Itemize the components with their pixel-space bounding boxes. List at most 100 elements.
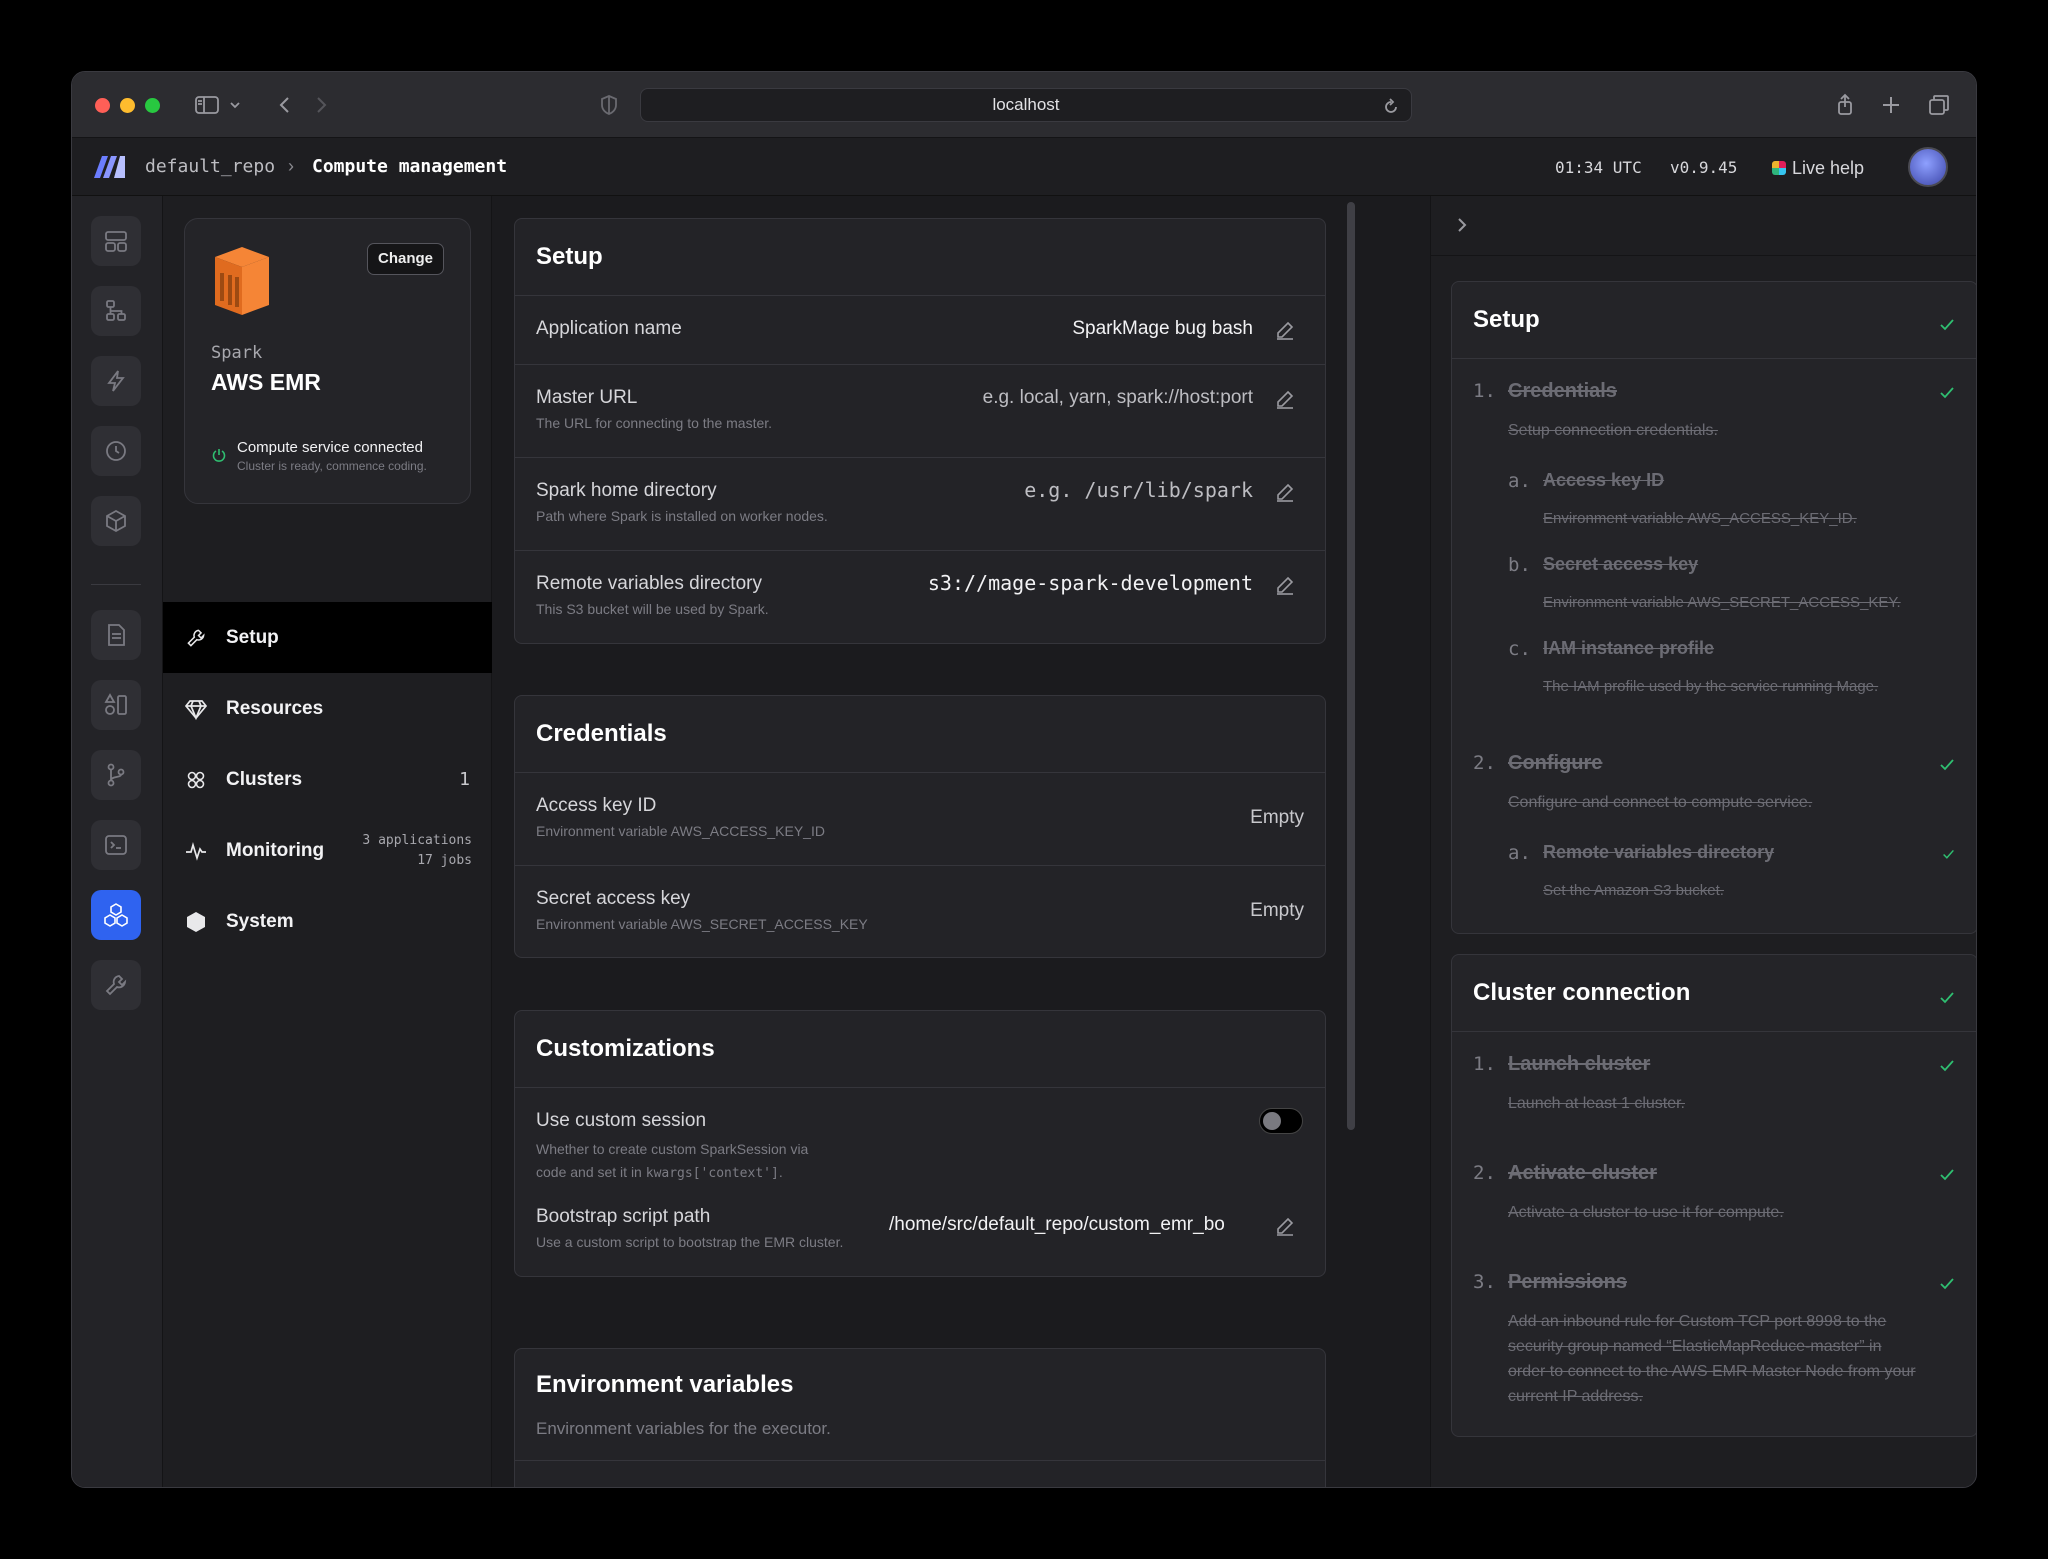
step-title: Permissions [1508, 1271, 1627, 1293]
step-description: Environment variable AWS_ACCESS_KEY_ID. [1543, 510, 1857, 527]
user-avatar[interactable] [1908, 147, 1948, 187]
breadcrumb-repo[interactable]: default_repo [145, 156, 275, 177]
application-name-row[interactable]: Application name SparkMage bug bash [515, 296, 1325, 365]
maximize-window-button[interactable] [145, 98, 160, 113]
bootstrap-script-row[interactable]: Bootstrap script path Use a custom scrip… [515, 1196, 1325, 1276]
card-title: Environment variables [536, 1371, 794, 1398]
slack-icon [1772, 161, 1786, 175]
chevron-right-icon[interactable] [1453, 216, 1471, 234]
nav-item-clusters[interactable]: Clusters 1 [163, 744, 492, 815]
description-line: code and set it in [536, 1164, 642, 1180]
sidebar-toggle-icon[interactable] [194, 92, 220, 118]
cluster-connection-checklist: Cluster connection 1. Launch cluster Lau… [1451, 954, 1976, 1437]
icon-rail [72, 196, 163, 1487]
tab-overview-icon[interactable] [1926, 92, 1952, 118]
forward-icon[interactable] [308, 92, 334, 118]
rail-settings-button[interactable] [91, 960, 141, 1010]
applications-count: 3 applications [362, 832, 472, 848]
edit-pencil-icon[interactable] [1275, 575, 1295, 595]
live-help-label: Live help [1792, 158, 1865, 178]
step-title: Access key ID [1543, 470, 1665, 490]
compute-sidebar: Change Spark AWS EMR Compute service con… [163, 196, 492, 1487]
checkmark-icon [1939, 757, 1955, 773]
secret-key-row[interactable]: Secret access key Environment variable A… [515, 866, 1325, 957]
description-line: Whether to create custom SparkSession vi… [536, 1141, 809, 1157]
step-description: The IAM profile used by the service runn… [1543, 678, 1879, 695]
new-tab-icon[interactable] [1878, 92, 1904, 118]
nav-item-resources[interactable]: Resources [163, 673, 492, 744]
custom-session-toggle[interactable] [1259, 1108, 1303, 1134]
rail-pipelines-button[interactable] [91, 286, 141, 336]
step-number: c. [1508, 638, 1531, 660]
access-key-row[interactable]: Access key ID Environment variable AWS_A… [515, 773, 1325, 866]
field-description: Use a custom script to bootstrap the EMR… [536, 1234, 844, 1250]
browser-window: localhost default_repo › Compute managem… [71, 71, 1977, 1488]
git-branch-icon [107, 763, 125, 787]
edit-pencil-icon[interactable] [1275, 1216, 1295, 1236]
address-bar[interactable]: localhost [640, 88, 1412, 122]
reload-icon[interactable] [1381, 96, 1401, 116]
step-title: Secret access key [1543, 554, 1699, 574]
step-number: a. [1508, 470, 1531, 492]
checkmark-icon [1939, 312, 1955, 331]
spark-home-row[interactable]: Spark home directory Path where Spark is… [515, 458, 1325, 551]
spark-home-placeholder: e.g. /usr/lib/spark [1024, 478, 1253, 502]
credentials-card: Credentials Access key ID Environment va… [514, 695, 1326, 958]
step-description: Set the Amazon S3 bucket. [1543, 882, 1724, 899]
jobs-count: 17 jobs [417, 852, 472, 868]
lightning-icon [107, 370, 125, 392]
description-line: Add an inbound rule for Custom TCP port … [1508, 1313, 1887, 1330]
share-icon[interactable] [1832, 92, 1858, 118]
field-description: Whether to create custom SparkSession vi… [536, 1138, 808, 1185]
rail-files-button[interactable] [91, 610, 141, 660]
terminal-icon [105, 835, 127, 855]
main-content: Setup Application name SparkMage bug bas… [492, 196, 1426, 1487]
rail-triggers-button[interactable] [91, 356, 141, 406]
step-title: Activate cluster [1508, 1162, 1657, 1184]
chevron-down-icon[interactable] [228, 92, 242, 118]
service-title: AWS EMR [211, 369, 321, 395]
mage-logo-icon[interactable] [92, 154, 126, 180]
rail-terminal-button[interactable] [91, 820, 141, 870]
rail-version-control-button[interactable] [91, 750, 141, 800]
nav-item-setup[interactable]: Setup [163, 602, 492, 673]
main-scrollbar[interactable] [1347, 202, 1355, 1130]
hexagon-icon [185, 911, 207, 933]
step-number: 2. [1473, 752, 1496, 774]
field-label: Bootstrap script path [536, 1206, 711, 1227]
minimize-window-button[interactable] [120, 98, 135, 113]
app-header: default_repo › Compute management 01:34 … [72, 138, 1976, 196]
description-line: order to connect to the AWS EMR Master N… [1508, 1363, 1916, 1380]
nav-item-monitoring[interactable]: Monitoring 3 applications 17 jobs [163, 815, 492, 886]
edit-pencil-icon[interactable] [1275, 320, 1295, 340]
field-label: Access key ID [536, 795, 657, 816]
edit-pencil-icon[interactable] [1275, 389, 1295, 409]
rail-compute-button[interactable] [91, 890, 141, 940]
close-window-button[interactable] [95, 98, 110, 113]
field-label: Application name [536, 318, 682, 339]
step-description: Launch at least 1 cluster. [1508, 1095, 1685, 1112]
rail-blocks-button[interactable] [91, 496, 141, 546]
checklist-title: Cluster connection [1452, 955, 1976, 1032]
rail-history-button[interactable] [91, 426, 141, 476]
layout-icon [105, 231, 127, 252]
compute-service-card: Change Spark AWS EMR Compute service con… [184, 218, 471, 504]
rail-dashboard-button[interactable] [91, 216, 141, 266]
customizations-card: Customizations Use custom session Whethe… [514, 1010, 1326, 1277]
step-description: Environment variable AWS_SECRET_ACCESS_K… [1543, 594, 1901, 611]
remote-variables-row[interactable]: Remote variables directory This S3 bucke… [515, 551, 1325, 643]
back-icon[interactable] [272, 92, 298, 118]
compute-cubes-icon [104, 903, 128, 927]
change-service-button[interactable]: Change [366, 243, 444, 275]
field-label: Spark home directory [536, 480, 717, 501]
description-line: current IP address. [1508, 1388, 1643, 1405]
rail-templates-button[interactable] [91, 680, 141, 730]
master-url-row[interactable]: Master URL The URL for connecting to the… [515, 365, 1325, 458]
live-help-link[interactable]: Live help [1772, 158, 1864, 179]
edit-pencil-icon[interactable] [1275, 482, 1295, 502]
field-description: Path where Spark is installed on worker … [536, 508, 828, 524]
clock-icon [106, 441, 126, 461]
step-title: Remote variables directory [1543, 842, 1775, 862]
nav-item-system[interactable]: System [163, 886, 492, 957]
custom-session-row: Use custom session Whether to create cus… [515, 1088, 1325, 1196]
